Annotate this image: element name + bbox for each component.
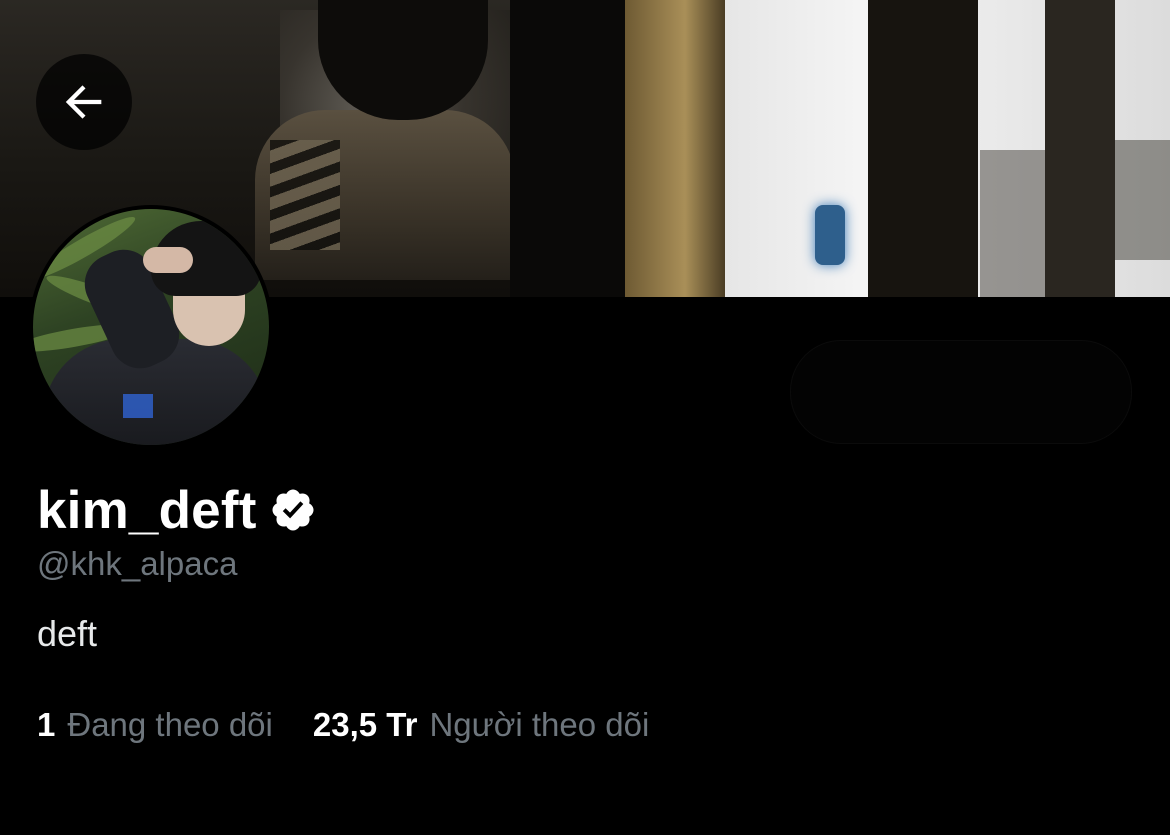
verified-badge-icon[interactable]	[269, 486, 317, 534]
followers-label[interactable]: Người theo dõi	[429, 706, 649, 744]
display-name: kim_deft	[37, 480, 257, 540]
profile-bio: deft	[37, 613, 98, 654]
arrow-left-icon	[65, 85, 102, 119]
banner-pillar	[510, 0, 630, 297]
avatar-photo	[33, 209, 269, 445]
profile-stats: 1 Đang theo dõi 23,5 Tr Người theo dõi	[37, 706, 649, 744]
back-button[interactable]	[36, 54, 132, 150]
banner-post	[1045, 0, 1115, 297]
follow-button[interactable]	[790, 340, 1132, 444]
banner-post	[868, 0, 978, 297]
avatar-jacket-print	[123, 394, 153, 418]
avatar[interactable]	[29, 205, 273, 449]
following-count[interactable]: 1	[37, 706, 55, 744]
followers-count[interactable]: 23,5 Tr	[313, 706, 418, 744]
banner-curtain	[625, 0, 725, 297]
avatar-hand	[143, 247, 193, 273]
banner-light	[815, 205, 845, 265]
username-handle: @khk_alpaca	[37, 545, 238, 582]
following-label[interactable]: Đang theo dõi	[67, 706, 273, 744]
banner-sleeve	[270, 140, 340, 250]
display-name-row: kim_deft	[37, 478, 317, 542]
